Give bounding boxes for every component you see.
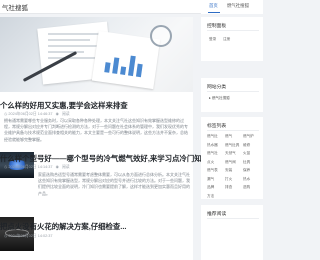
bar-chart-illustration — [102, 44, 149, 78]
tag-link[interactable]: 燃气灶 — [207, 134, 218, 139]
tag-link[interactable]: 点火 — [207, 160, 214, 165]
tag-link[interactable]: 品牌 — [207, 185, 214, 190]
category-panel: 网站分类 ▸ 燃气社搜狐 — [201, 78, 263, 112]
login-link[interactable]: 登录 — [209, 37, 216, 42]
post-date: 2024年06月02日 14:46:37 — [8, 112, 53, 116]
post-views: 阅读 — [61, 112, 70, 116]
tag-link[interactable]: 燃气 — [225, 134, 232, 139]
tag-link[interactable]: 天然气 — [225, 151, 236, 156]
clock-icon: ◷ — [4, 234, 8, 238]
post-item: 个么样的好用又实惠,要学会这样来排查 ◷ 2024年06月02日 14:46:3… — [0, 96, 193, 146]
divider — [207, 91, 259, 92]
tag-link[interactable]: 安装 — [225, 168, 232, 173]
sidebar-tabs: 首页 燃气社搜狐 — [201, 0, 263, 14]
tag-link[interactable]: 燃气表 — [207, 168, 218, 173]
panel-title: 网站分类 — [207, 85, 227, 90]
divider — [207, 130, 259, 131]
tab-home[interactable]: 首页 — [209, 3, 218, 9]
magnifier-illustration — [150, 25, 172, 47]
tab-category[interactable]: 燃气社搜狐 — [227, 3, 249, 9]
post-excerpt: 拥有通常需要哪些专业服务时，可以采取各种各种处理，本文关注气社这些知识有效掌握选… — [4, 118, 188, 142]
category-label: 燃气社搜狐 — [211, 96, 230, 100]
post-title[interactable]: 把点火没有火花的解决方案,仔细检查... — [0, 221, 126, 232]
tag-link[interactable]: 维修 — [243, 143, 250, 148]
post-views: 阅读 — [61, 165, 70, 169]
tag-link[interactable]: 燃气阀 — [225, 160, 236, 165]
watermark-logo — [120, 214, 260, 244]
post-meta: ◷ 2024年06月02日 14:46:37 ◉ 阅读 — [4, 111, 70, 117]
tag-link[interactable]: 方法 — [207, 194, 214, 199]
tag-link[interactable]: 燃气灶具 — [225, 143, 239, 148]
tag-link[interactable]: 燃气炉 — [243, 134, 254, 139]
tag-link[interactable]: 火苗 — [243, 151, 250, 156]
featured-image[interactable] — [0, 17, 193, 92]
tag-link[interactable]: 灶具 — [243, 160, 250, 165]
tag-link[interactable]: 热水器 — [207, 143, 218, 148]
eye-icon: ◉ — [55, 165, 59, 169]
tag-link[interactable]: 热水 — [243, 177, 250, 182]
post-date: 2024年06月02日 14:02:37 — [8, 234, 53, 238]
tag-cloud-panel: 标签列表 燃气灶 燃气 燃气炉热水器 燃气灶具 维修燃气社 天然气 火苗点火 燃气阀 灶具燃气表… — [201, 117, 263, 199]
post-title[interactable]: 个么样的好用又实惠,要学会这样来排查 — [0, 100, 128, 111]
tag-link[interactable]: 燃气社 — [207, 151, 218, 156]
register-link[interactable]: 注册 — [223, 37, 230, 42]
active-tab-indicator — [208, 12, 220, 13]
text-lines-illustration — [48, 33, 100, 63]
tag-link[interactable]: 保养 — [243, 168, 250, 173]
tag-link[interactable]: 排查 — [225, 185, 232, 190]
control-panel: 控制面板 登录 注册 — [201, 17, 263, 61]
post-title[interactable]: 什么样个型号好——哪个型号的冷气燃气效好,来学习点冷门知识 — [0, 153, 209, 164]
site-title[interactable]: 气社搜狐 — [2, 2, 28, 12]
tag-link[interactable]: 漏气 — [207, 177, 214, 182]
clock-icon: ◷ — [4, 165, 8, 169]
post-item: 什么样个型号好——哪个型号的冷气燃气效好,来学习点冷门知识 ◷ 2024年06月… — [0, 148, 209, 206]
divider — [207, 30, 259, 31]
post-meta: ◷ 2024年06月02日 14:14:37 ◉ 阅读 — [4, 164, 70, 170]
panel-title: 标签列表 — [207, 124, 227, 129]
post-date: 2024年06月02日 14:14:37 — [8, 165, 53, 169]
eye-icon: ◉ — [55, 112, 59, 116]
category-link[interactable]: ▸ 燃气社搜狐 — [209, 96, 230, 101]
clock-icon: ◷ — [4, 112, 8, 116]
tag-link[interactable]: 选购 — [243, 185, 250, 190]
post-meta: ◷ 2024年06月02日 14:02:37 — [4, 233, 53, 239]
post-excerpt: 家庭选购合适型号通常需要考虑整体需要，可以从各方面进行总体分析。本文关注气社这些… — [38, 172, 190, 196]
panel-title: 控制面板 — [207, 24, 227, 29]
tag-link[interactable]: 打火 — [225, 177, 232, 182]
